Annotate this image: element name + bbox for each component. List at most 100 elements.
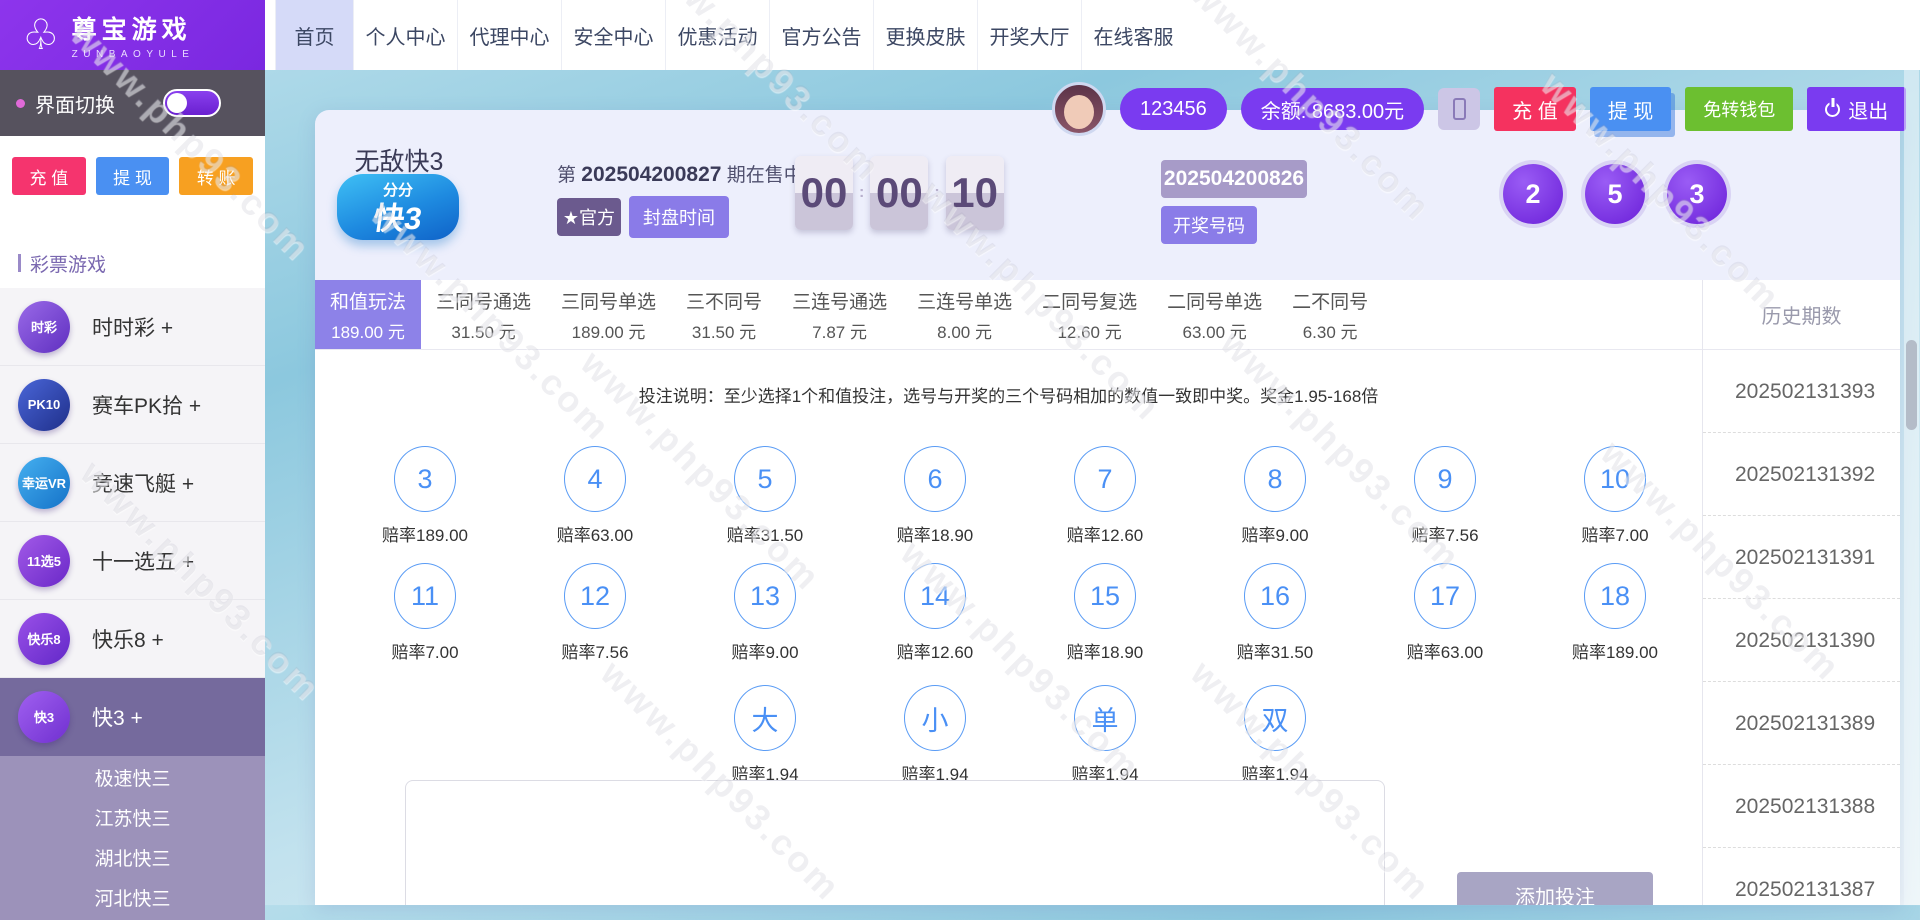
ui-switch-bar: 界面切换 xyxy=(0,70,265,136)
bet-option[interactable]: 8 赔率9.00 xyxy=(1190,446,1360,546)
close-time-button[interactable]: 封盘时间 xyxy=(629,196,729,238)
nav-item[interactable]: 代理中心 xyxy=(457,0,561,70)
bet-option[interactable]: 单 赔率1.94 xyxy=(1020,685,1190,785)
refresh-balance-button[interactable] xyxy=(1438,88,1480,130)
bet-number-circle[interactable]: 单 xyxy=(1074,685,1136,751)
play-type-tab[interactable]: 三不同号 31.50 元 xyxy=(671,280,777,349)
bet-option[interactable]: 6 赔率18.90 xyxy=(850,446,1020,546)
bet-option[interactable]: 15 赔率18.90 xyxy=(1020,563,1190,663)
bet-option[interactable]: 小 赔率1.94 xyxy=(850,685,1020,785)
withdraw-button[interactable]: 提 现 xyxy=(1590,87,1672,131)
nav-item[interactable]: 官方公告 xyxy=(769,0,873,70)
last-issue-badge: 202504200826 xyxy=(1161,160,1307,198)
bet-number-circle[interactable]: 15 xyxy=(1074,563,1136,629)
user-bar: 123456 余额: 8683.00元 充 值 提 现 免转钱包 退出 xyxy=(1052,82,1906,136)
game-panel: 无敌快3 分分 快3 第 202504200827 期在售中 ★官方 封盘时间 … xyxy=(315,110,1900,905)
bet-number-circle[interactable]: 大 xyxy=(734,685,796,751)
bet-option[interactable]: 14 赔率12.60 xyxy=(850,563,1020,663)
game-icon: 11选5 xyxy=(18,535,70,587)
bet-number-circle[interactable]: 双 xyxy=(1244,685,1306,751)
kuai3-logo-icon[interactable]: 分分 快3 xyxy=(337,174,459,240)
bet-number-circle[interactable]: 14 xyxy=(904,563,966,629)
nav-item[interactable]: 个人中心 xyxy=(353,0,457,70)
bet-option[interactable]: 大 赔率1.94 xyxy=(680,685,850,785)
sidebar-menu-item[interactable]: 时彩 时时彩 + xyxy=(0,288,265,366)
play-type-tab[interactable]: 三连号单选 8.00 元 xyxy=(902,280,1027,349)
play-type-tab[interactable]: 二同号复选 12.60 元 xyxy=(1027,280,1152,349)
bet-option[interactable]: 4 赔率63.00 xyxy=(510,446,680,546)
bet-number-circle[interactable]: 3 xyxy=(394,446,456,512)
sidebar-menu-item[interactable]: 快乐8 快乐8 + xyxy=(0,600,265,678)
logout-button[interactable]: 退出 xyxy=(1807,87,1906,131)
bet-option[interactable]: 13 赔率9.00 xyxy=(680,563,850,663)
draw-numbers-button[interactable]: 开奖号码 xyxy=(1161,206,1257,244)
bet-number-circle[interactable]: 9 xyxy=(1414,446,1476,512)
sidebar-wallet-button[interactable]: 转 账 xyxy=(179,157,253,195)
bet-number-circle[interactable]: 7 xyxy=(1074,446,1136,512)
nav-item[interactable]: 首页 xyxy=(275,0,353,70)
issue-number: 202504200827 xyxy=(581,163,721,186)
play-type-tab[interactable]: 三同号通选 31.50 元 xyxy=(421,280,546,349)
add-bet-button[interactable]: 添加投注 xyxy=(1457,872,1653,905)
bet-number-circle[interactable]: 4 xyxy=(564,446,626,512)
sidebar-submenu-item[interactable]: 湖北快三 xyxy=(0,840,265,880)
sidebar-submenu-item[interactable]: 河北快三 xyxy=(0,880,265,920)
bet-option[interactable]: 9 赔率7.56 xyxy=(1360,446,1530,546)
history-list[interactable]: 2025021313932025021313922025021313912025… xyxy=(1703,350,1900,905)
bet-number-circle[interactable]: 12 xyxy=(564,563,626,629)
bet-option[interactable]: 12 赔率7.56 xyxy=(510,563,680,663)
sum-options-row-2: 11 赔率7.00 12 赔率7.56 13 赔率9.00 14 赔率12.60… xyxy=(340,563,1700,663)
bet-option[interactable]: 10 赔率7.00 xyxy=(1530,446,1700,546)
bet-number-circle[interactable]: 小 xyxy=(904,685,966,751)
bet-option[interactable]: 3 赔率189.00 xyxy=(340,446,510,546)
play-type-tab[interactable]: 三连号通选 7.87 元 xyxy=(777,280,902,349)
bet-option[interactable]: 18 赔率189.00 xyxy=(1530,563,1700,663)
play-type-tab[interactable]: 三同号单选 189.00 元 xyxy=(546,280,671,349)
bet-number-circle[interactable]: 13 xyxy=(734,563,796,629)
play-type-tab[interactable]: 二不同号 6.30 元 xyxy=(1277,280,1383,349)
sidebar-wallet-button[interactable]: 提 现 xyxy=(96,157,170,195)
sidebar-menu-item[interactable]: 快3 快3 + xyxy=(0,678,265,756)
nav-item[interactable]: 优惠活动 xyxy=(665,0,769,70)
sidebar-menu-item[interactable]: 幸运VR 竞速飞艇 + xyxy=(0,444,265,522)
bet-number-circle[interactable]: 10 xyxy=(1584,446,1646,512)
free-wallet-button[interactable]: 免转钱包 xyxy=(1685,87,1793,131)
bet-option[interactable]: 16 赔率31.50 xyxy=(1190,563,1360,663)
bet-option[interactable]: 11 赔率7.00 xyxy=(340,563,510,663)
bet-number-circle[interactable]: 18 xyxy=(1584,563,1646,629)
bet-option[interactable]: 双 赔率1.94 xyxy=(1190,685,1360,785)
user-avatar[interactable] xyxy=(1052,82,1106,136)
balance-pill: 余额: 8683.00元 xyxy=(1241,88,1424,130)
recharge-button[interactable]: 充 值 xyxy=(1494,87,1576,131)
brand-logo[interactable]: ♧ 尊宝游戏 ZUNBAOYULE xyxy=(0,0,265,70)
play-type-tab[interactable]: 二同号单选 63.00 元 xyxy=(1152,280,1277,349)
bet-instruction: 投注说明：至少选择1个和值投注，选号与开奖的三个号码相加的数值一致即中奖。奖金1… xyxy=(315,382,1702,407)
sidebar-menu-item[interactable]: 11选5 十一选五 + xyxy=(0,522,265,600)
bet-option[interactable]: 5 赔率31.50 xyxy=(680,446,850,546)
draw-result-balls: 2 5 3 xyxy=(1503,164,1727,224)
nav-item[interactable]: 安全中心 xyxy=(561,0,665,70)
odds-label: 赔率12.60 xyxy=(1067,521,1144,546)
nav-item[interactable]: 更换皮肤 xyxy=(873,0,977,70)
bet-option[interactable]: 7 赔率12.60 xyxy=(1020,446,1190,546)
bet-number-circle[interactable]: 6 xyxy=(904,446,966,512)
sidebar-submenu-item[interactable]: 江苏快三 xyxy=(0,800,265,840)
interface-toggle-switch[interactable] xyxy=(163,89,221,117)
sidebar-wallet-button[interactable]: 充 值 xyxy=(12,157,86,195)
bet-option[interactable]: 17 赔率63.00 xyxy=(1360,563,1530,663)
play-type-tab[interactable]: 和值玩法 189.00 元 xyxy=(315,280,421,349)
bet-number-circle[interactable]: 17 xyxy=(1414,563,1476,629)
nav-item[interactable]: 在线客服 xyxy=(1081,0,1185,70)
scrollbar-thumb[interactable] xyxy=(1906,340,1917,430)
odds-label: 赔率31.50 xyxy=(1237,638,1314,663)
bet-number-circle[interactable]: 5 xyxy=(734,446,796,512)
sidebar-submenu-item[interactable]: 极速快三 xyxy=(0,760,265,800)
nav-item[interactable]: 开奖大厅 xyxy=(977,0,1081,70)
menu-item-label: 时时彩 + xyxy=(92,312,173,342)
bet-number-circle[interactable]: 11 xyxy=(394,563,456,629)
sidebar-menu-item[interactable]: PK10 赛车PK拾 + xyxy=(0,366,265,444)
bet-number-circle[interactable]: 8 xyxy=(1244,446,1306,512)
bet-number-circle[interactable]: 16 xyxy=(1244,563,1306,629)
odds-label: 赔率7.56 xyxy=(1411,521,1478,546)
page-scrollbar[interactable] xyxy=(1904,70,1919,905)
